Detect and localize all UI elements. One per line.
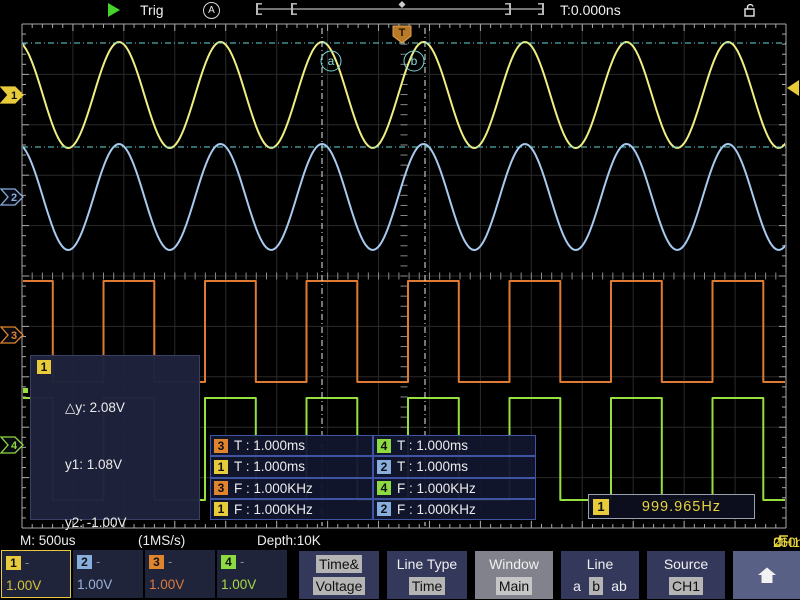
menu-line-type[interactable]: Line Type Time — [387, 551, 467, 599]
svg-text:3: 3 — [11, 330, 17, 342]
sample-rate-readout: (1MS/s) — [138, 533, 185, 548]
ch1-position-marker[interactable]: 1 — [1, 87, 23, 103]
svg-text:1: 1 — [11, 90, 17, 102]
measure-ch4-period: 4T : 1.000ms — [373, 435, 536, 456]
trigger-time-readout: T:0.000ns — [560, 2, 621, 18]
frequency-counter: 1 999.965Hz — [588, 494, 755, 519]
ch4-ref-tick — [23, 388, 28, 393]
freq-counter-value: 999.965Hz — [609, 499, 754, 515]
run-play-icon[interactable] — [108, 3, 120, 17]
ch4-position-marker[interactable]: 4 — [1, 437, 23, 453]
ch4-coupling: - — [240, 554, 244, 569]
measure-ch3-period: 3T : 1.000ms — [210, 435, 373, 456]
ch1-coupling: - — [25, 555, 29, 570]
home-icon — [756, 566, 778, 585]
timebase-readout: M: 500us — [20, 533, 76, 548]
menu-time-voltage[interactable]: Time& Voltage — [299, 551, 379, 599]
line-option-b[interactable]: b — [589, 577, 603, 595]
home-button[interactable] — [733, 551, 800, 599]
cursor-delta-y: △y: 2.08V — [65, 398, 143, 417]
line-option-ab[interactable]: ab — [611, 578, 627, 594]
channel-2-status[interactable]: 2- 1.00V — [73, 550, 143, 598]
measure-ch1-freq: 1F : 1.000KHz — [210, 499, 373, 520]
channel-4-status[interactable]: 4- 1.00V — [217, 550, 287, 598]
measure-ch4-freq: 4F : 1.000KHz — [373, 478, 536, 499]
unlock-icon[interactable] — [742, 2, 758, 18]
top-status-bar: Trig A T:0.000ns — [0, 0, 800, 20]
memory-window-indicator[interactable] — [250, 0, 550, 20]
status-bar: M: 500us (1MS/s) Depth:10K CH1:DC- 260mV — [0, 531, 800, 550]
svg-text:4: 4 — [11, 440, 18, 452]
channel-3-status[interactable]: 3- 1.00V — [145, 550, 215, 598]
memory-depth-readout: Depth:10K — [257, 533, 321, 548]
trigger-flag-letter: T — [399, 27, 406, 39]
menu-window[interactable]: Window Main — [475, 551, 553, 599]
ch2-position-marker[interactable]: 2 — [1, 189, 23, 205]
cursor-y2: y2: -1.00V — [65, 513, 143, 532]
measure-ch2-freq: 2F : 1.000KHz — [373, 499, 536, 520]
measure-ch1-period: 1T : 1.000ms — [210, 456, 373, 477]
channel-1-status[interactable]: 1- 1.00V — [1, 550, 71, 598]
cursor-y1: y1: 1.08V — [65, 455, 143, 474]
ch2-scale: 1.00V — [77, 577, 112, 592]
bottom-menu-bar: 1- 1.00V 2- 1.00V 3- 1.00V 4- 1.00V Time… — [0, 550, 800, 600]
menu-source[interactable]: Source CH1 — [647, 551, 725, 599]
trigger-settings-readout: CH1:DC- 260mV — [773, 533, 790, 548]
ch3-coupling: - — [168, 554, 172, 569]
cursor-a-label: a — [328, 54, 335, 68]
measurement-panel: 3T : 1.000ms 4T : 1.000ms 1T : 1.000ms 2… — [210, 435, 536, 520]
oscilloscope-screen: abT1234 Trig A T:0.000ns 1 △y: 2.08V y1:… — [0, 0, 800, 600]
ch3-position-marker[interactable]: 3 — [1, 327, 23, 343]
ch2-waveform — [22, 144, 786, 250]
ch3-scale: 1.00V — [149, 577, 184, 592]
cursor-b-label: b — [411, 54, 418, 68]
line-option-a[interactable]: a — [573, 578, 581, 594]
menu-cursor-line[interactable]: Line a b ab — [561, 551, 639, 599]
auto-trigger-icon: A — [203, 2, 220, 19]
trig-status-label: Trig — [140, 2, 164, 18]
ch4-scale: 1.00V — [221, 577, 256, 592]
svg-text:2: 2 — [11, 192, 17, 204]
measure-ch3-freq: 3F : 1.000KHz — [210, 478, 373, 499]
cursor-measure-panel: 1 △y: 2.08V y1: 1.08V y2: -1.00V △x: 1.0… — [30, 355, 200, 520]
ch1-scale: 1.00V — [6, 578, 41, 593]
trigger-level-marker[interactable] — [787, 80, 799, 96]
measure-ch2-period: 2T : 1.000ms — [373, 456, 536, 477]
freq-counter-channel-badge: 1 — [593, 499, 609, 515]
ch2-coupling: - — [96, 554, 100, 569]
cursor-panel-channel-badge: 1 — [37, 360, 51, 374]
